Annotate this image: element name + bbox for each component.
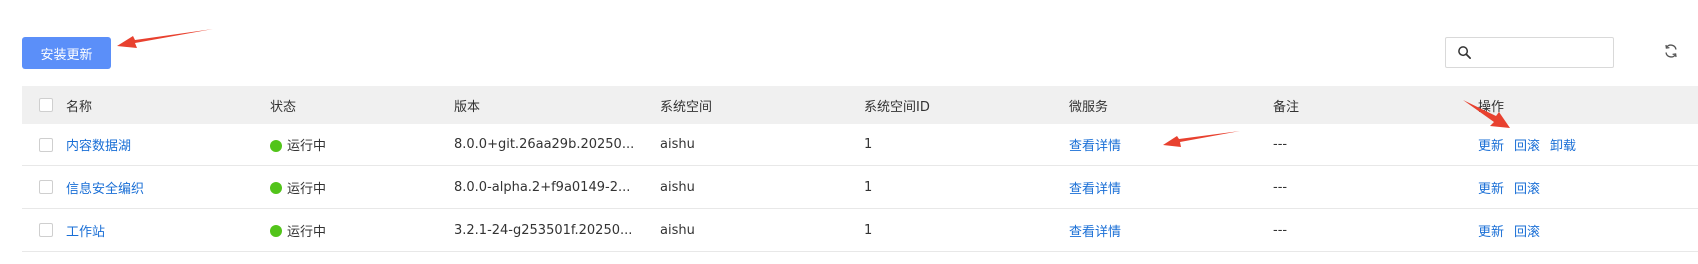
table-header-row: 名称 状态 版本 系统空间 系统空间ID 微服务 备注 操作	[22, 86, 1698, 124]
column-header-actions: 操作	[1478, 86, 1698, 124]
app-name-link[interactable]: 信息安全编织	[66, 182, 144, 197]
rollback-action[interactable]: 回滚	[1514, 225, 1540, 240]
app-name-link[interactable]: 内容数据湖	[66, 139, 131, 154]
status-dot-icon	[270, 182, 282, 194]
column-header-status-label: 状态	[270, 99, 297, 115]
rollback-action[interactable]: 回滚	[1514, 182, 1540, 197]
version-cell: 3.2.1-24-g253501f.20250...	[454, 208, 660, 252]
update-action[interactable]: 更新	[1478, 225, 1504, 240]
search-input[interactable]	[1478, 42, 1610, 65]
status-dot-icon	[270, 139, 282, 152]
column-header-space: 系统空间	[660, 86, 864, 124]
note-cell: ---	[1273, 165, 1478, 209]
note-cell: ---	[1273, 208, 1478, 252]
row-checkbox[interactable]	[39, 180, 53, 194]
column-header-version: 版本	[454, 86, 660, 124]
space-id-cell: 1	[864, 124, 1069, 166]
view-details-link[interactable]: 查看详情	[1069, 225, 1121, 240]
install-update-button[interactable]: 安装更新	[22, 37, 111, 69]
status-text: 运行中	[287, 181, 327, 197]
table-row: 内容数据湖 运行中 8.0.0+git.26aa29b.20250... ais…	[22, 124, 1698, 166]
toolbar: 安装更新	[0, 0, 1698, 80]
column-header-note: 备注	[1273, 86, 1478, 124]
column-header-status: 状态	[270, 86, 694, 124]
space-cell: aishu	[660, 165, 864, 209]
space-id-cell: 1	[864, 165, 1069, 209]
status-text: 运行中	[287, 224, 327, 240]
search-icon	[1458, 46, 1471, 59]
view-details-link[interactable]: 查看详情	[1069, 139, 1121, 154]
table-row: 工作站 运行中 3.2.1-24-g253501f.20250... aishu…	[22, 208, 1698, 252]
table-row: 信息安全编织 运行中 8.0.0-alpha.2+f9a0149-2... ai…	[22, 165, 1698, 209]
select-all-checkbox[interactable]	[39, 98, 53, 112]
app-name-link[interactable]: 工作站	[66, 225, 105, 240]
search-box[interactable]	[1445, 37, 1614, 68]
status-text: 运行中	[287, 139, 327, 154]
update-action[interactable]: 更新	[1478, 182, 1504, 197]
column-header-service: 微服务	[1069, 86, 1273, 124]
app-table: 名称 状态 版本 系统空间 系统空间ID 微服务 备注 操作 内容数据湖 运行中…	[22, 86, 1698, 252]
uninstall-action[interactable]: 卸载	[1550, 139, 1576, 154]
space-cell: aishu	[660, 124, 864, 166]
space-id-cell: 1	[864, 208, 1069, 252]
row-checkbox[interactable]	[39, 223, 53, 237]
status-dot-icon	[270, 225, 282, 237]
version-cell: 8.0.0+git.26aa29b.20250...	[454, 124, 660, 166]
row-checkbox[interactable]	[39, 137, 53, 152]
version-cell: 8.0.0-alpha.2+f9a0149-2...	[454, 165, 660, 209]
space-cell: aishu	[660, 208, 864, 252]
rollback-action[interactable]: 回滚	[1514, 139, 1540, 154]
update-action[interactable]: 更新	[1478, 139, 1504, 154]
view-details-link[interactable]: 查看详情	[1069, 182, 1121, 197]
note-cell: ---	[1273, 124, 1478, 166]
column-header-name: 名称	[66, 86, 270, 124]
column-header-space-id: 系统空间ID	[864, 86, 1069, 124]
refresh-icon[interactable]	[1663, 43, 1679, 59]
